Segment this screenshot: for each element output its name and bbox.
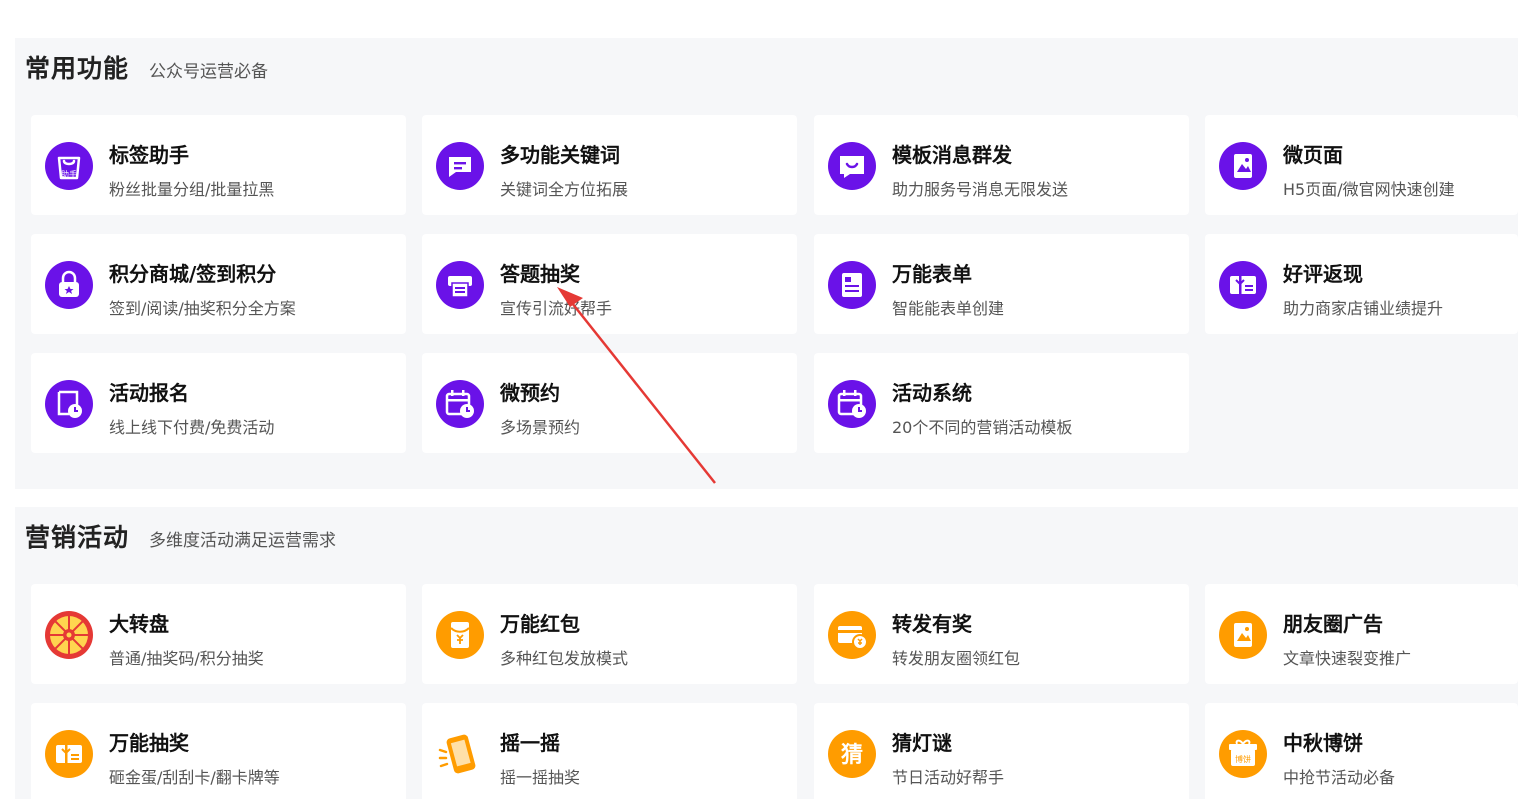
card-desc: 摇一摇抽奖: [500, 768, 581, 787]
card-desc: 20个不同的营销活动模板: [892, 418, 1073, 437]
section-common-functions: 常用功能 公众号运营必备 助手 标签助手 粉丝批量分组/批量拉黑 多功能关键词 …: [15, 38, 1518, 489]
card-desc: 宣传引流好帮手: [500, 299, 613, 318]
card-desc: 普通/抽奖码/积分抽奖: [109, 649, 264, 668]
card-quiz-lottery[interactable]: 答题抽奖 宣传引流好帮手: [422, 234, 797, 334]
card-desc: 文章快速裂变推广: [1283, 649, 1412, 668]
card-title: 转发有奖: [892, 612, 972, 636]
printer-icon: [436, 261, 484, 309]
guess-icon: 猜: [828, 730, 876, 778]
section-title: 常用功能: [25, 54, 130, 83]
card-share-reward[interactable]: 转发有奖 转发朋友圈领红包: [814, 584, 1189, 684]
card-title: 模板消息群发: [892, 143, 1012, 167]
section-marketing-activities: 营销活动 多维度活动满足运营需求 大转盘 普通/抽奖码/积分抽奖 万能红包 多种…: [15, 507, 1518, 803]
form-icon: [828, 261, 876, 309]
shaking-phone-icon: [436, 730, 484, 778]
card-mid-autumn-bobing[interactable]: 博饼 中秋博饼 中抢节活动必备: [1205, 703, 1518, 803]
lock-bag-icon: [45, 261, 93, 309]
section-subtitle: 公众号运营必备: [149, 62, 269, 82]
card-universal-lottery[interactable]: 万能抽奖 砸金蛋/刮刮卡/翻卡牌等: [31, 703, 406, 803]
gift-card-icon: [1219, 261, 1267, 309]
icon-label: 助手: [61, 169, 77, 179]
shopping-bag-icon: 助手: [45, 142, 93, 190]
card-title: 朋友圈广告: [1283, 612, 1383, 636]
card-universal-form[interactable]: 万能表单 智能能表单创建: [814, 234, 1189, 334]
card-micro-page[interactable]: 微页面 H5页面/微官网快速创建: [1205, 115, 1518, 215]
card-title: 活动系统: [892, 381, 972, 405]
page-image-icon: [1219, 142, 1267, 190]
card-desc: 助力服务号消息无限发送: [892, 180, 1069, 199]
card-title: 万能红包: [500, 612, 580, 636]
card-review-cashback[interactable]: 好评返现 助力商家店铺业绩提升: [1205, 234, 1518, 334]
card-points-mall[interactable]: 积分商城/签到积分 签到/阅读/抽奖积分全方案: [31, 234, 406, 334]
calendar-clock-icon: [828, 380, 876, 428]
card-title: 多功能关键词: [500, 143, 620, 167]
icon-label: 猜: [840, 743, 863, 768]
card-desc: 线上线下付费/免费活动: [109, 418, 275, 437]
card-big-wheel[interactable]: 大转盘 普通/抽奖码/积分抽奖: [31, 584, 406, 684]
smile-message-icon: [828, 142, 876, 190]
card-title: 标签助手: [109, 143, 189, 167]
card-universal-red-packet[interactable]: 万能红包 多种红包发放模式: [422, 584, 797, 684]
card-title: 好评返现: [1283, 262, 1363, 286]
icon-label: 博饼: [1235, 754, 1251, 764]
card-desc: 关键词全方位拓展: [500, 180, 629, 199]
card-title: 微页面: [1283, 143, 1343, 167]
card-title: 微预约: [500, 381, 560, 405]
signup-clock-icon: [45, 380, 93, 428]
wallet-coin-icon: [828, 611, 876, 659]
card-desc: 中抢节活动必备: [1283, 768, 1396, 787]
section-header: 营销活动 多维度活动满足运营需求: [25, 518, 336, 554]
card-title: 积分商城/签到积分: [109, 262, 277, 286]
card-desc: 转发朋友圈领红包: [892, 649, 1021, 668]
card-micro-booking[interactable]: 微预约 多场景预约: [422, 353, 797, 453]
card-title: 答题抽奖: [500, 262, 580, 286]
card-desc: 节日活动好帮手: [892, 768, 1005, 787]
section-header: 常用功能 公众号运营必备: [25, 49, 268, 85]
card-desc: 智能能表单创建: [892, 299, 1005, 318]
card-lantern-riddle[interactable]: 猜 猜灯谜 节日活动好帮手: [814, 703, 1189, 803]
section-subtitle: 多维度活动满足运营需求: [149, 531, 337, 551]
card-desc: 助力商家店铺业绩提升: [1283, 299, 1444, 318]
chat-bubble-icon: [436, 142, 484, 190]
gift-box-icon: 博饼: [1219, 730, 1267, 778]
card-title: 万能抽奖: [109, 731, 189, 755]
card-title: 中秋博饼: [1283, 731, 1363, 755]
card-tag-assistant[interactable]: 助手 标签助手 粉丝批量分组/批量拉黑: [31, 115, 406, 215]
card-desc: 多种红包发放模式: [500, 649, 629, 668]
card-desc: 粉丝批量分组/批量拉黑: [109, 180, 275, 199]
card-desc: 签到/阅读/抽奖积分全方案: [109, 299, 296, 318]
card-event-signup[interactable]: 活动报名 线上线下付费/免费活动: [31, 353, 406, 453]
gift-card-icon: [45, 730, 93, 778]
card-title: 猜灯谜: [892, 731, 952, 755]
card-shake[interactable]: 摇一摇 摇一摇抽奖: [422, 703, 797, 803]
card-event-system[interactable]: 活动系统 20个不同的营销活动模板: [814, 353, 1189, 453]
card-desc: 砸金蛋/刮刮卡/翻卡牌等: [109, 768, 280, 787]
card-multi-keyword[interactable]: 多功能关键词 关键词全方位拓展: [422, 115, 797, 215]
card-desc: 多场景预约: [500, 418, 581, 437]
card-title: 万能表单: [892, 262, 972, 286]
calendar-clock-icon: [436, 380, 484, 428]
page-image-icon: [1219, 611, 1267, 659]
card-desc: H5页面/微官网快速创建: [1283, 180, 1455, 199]
card-title: 摇一摇: [500, 731, 560, 755]
red-packet-icon: [436, 611, 484, 659]
prize-wheel-icon: [45, 611, 93, 659]
section-title: 营销活动: [25, 523, 130, 552]
card-title: 活动报名: [109, 381, 189, 405]
card-title: 大转盘: [109, 612, 169, 636]
card-template-message[interactable]: 模板消息群发 助力服务号消息无限发送: [814, 115, 1189, 215]
card-moments-ad[interactable]: 朋友圈广告 文章快速裂变推广: [1205, 584, 1518, 684]
